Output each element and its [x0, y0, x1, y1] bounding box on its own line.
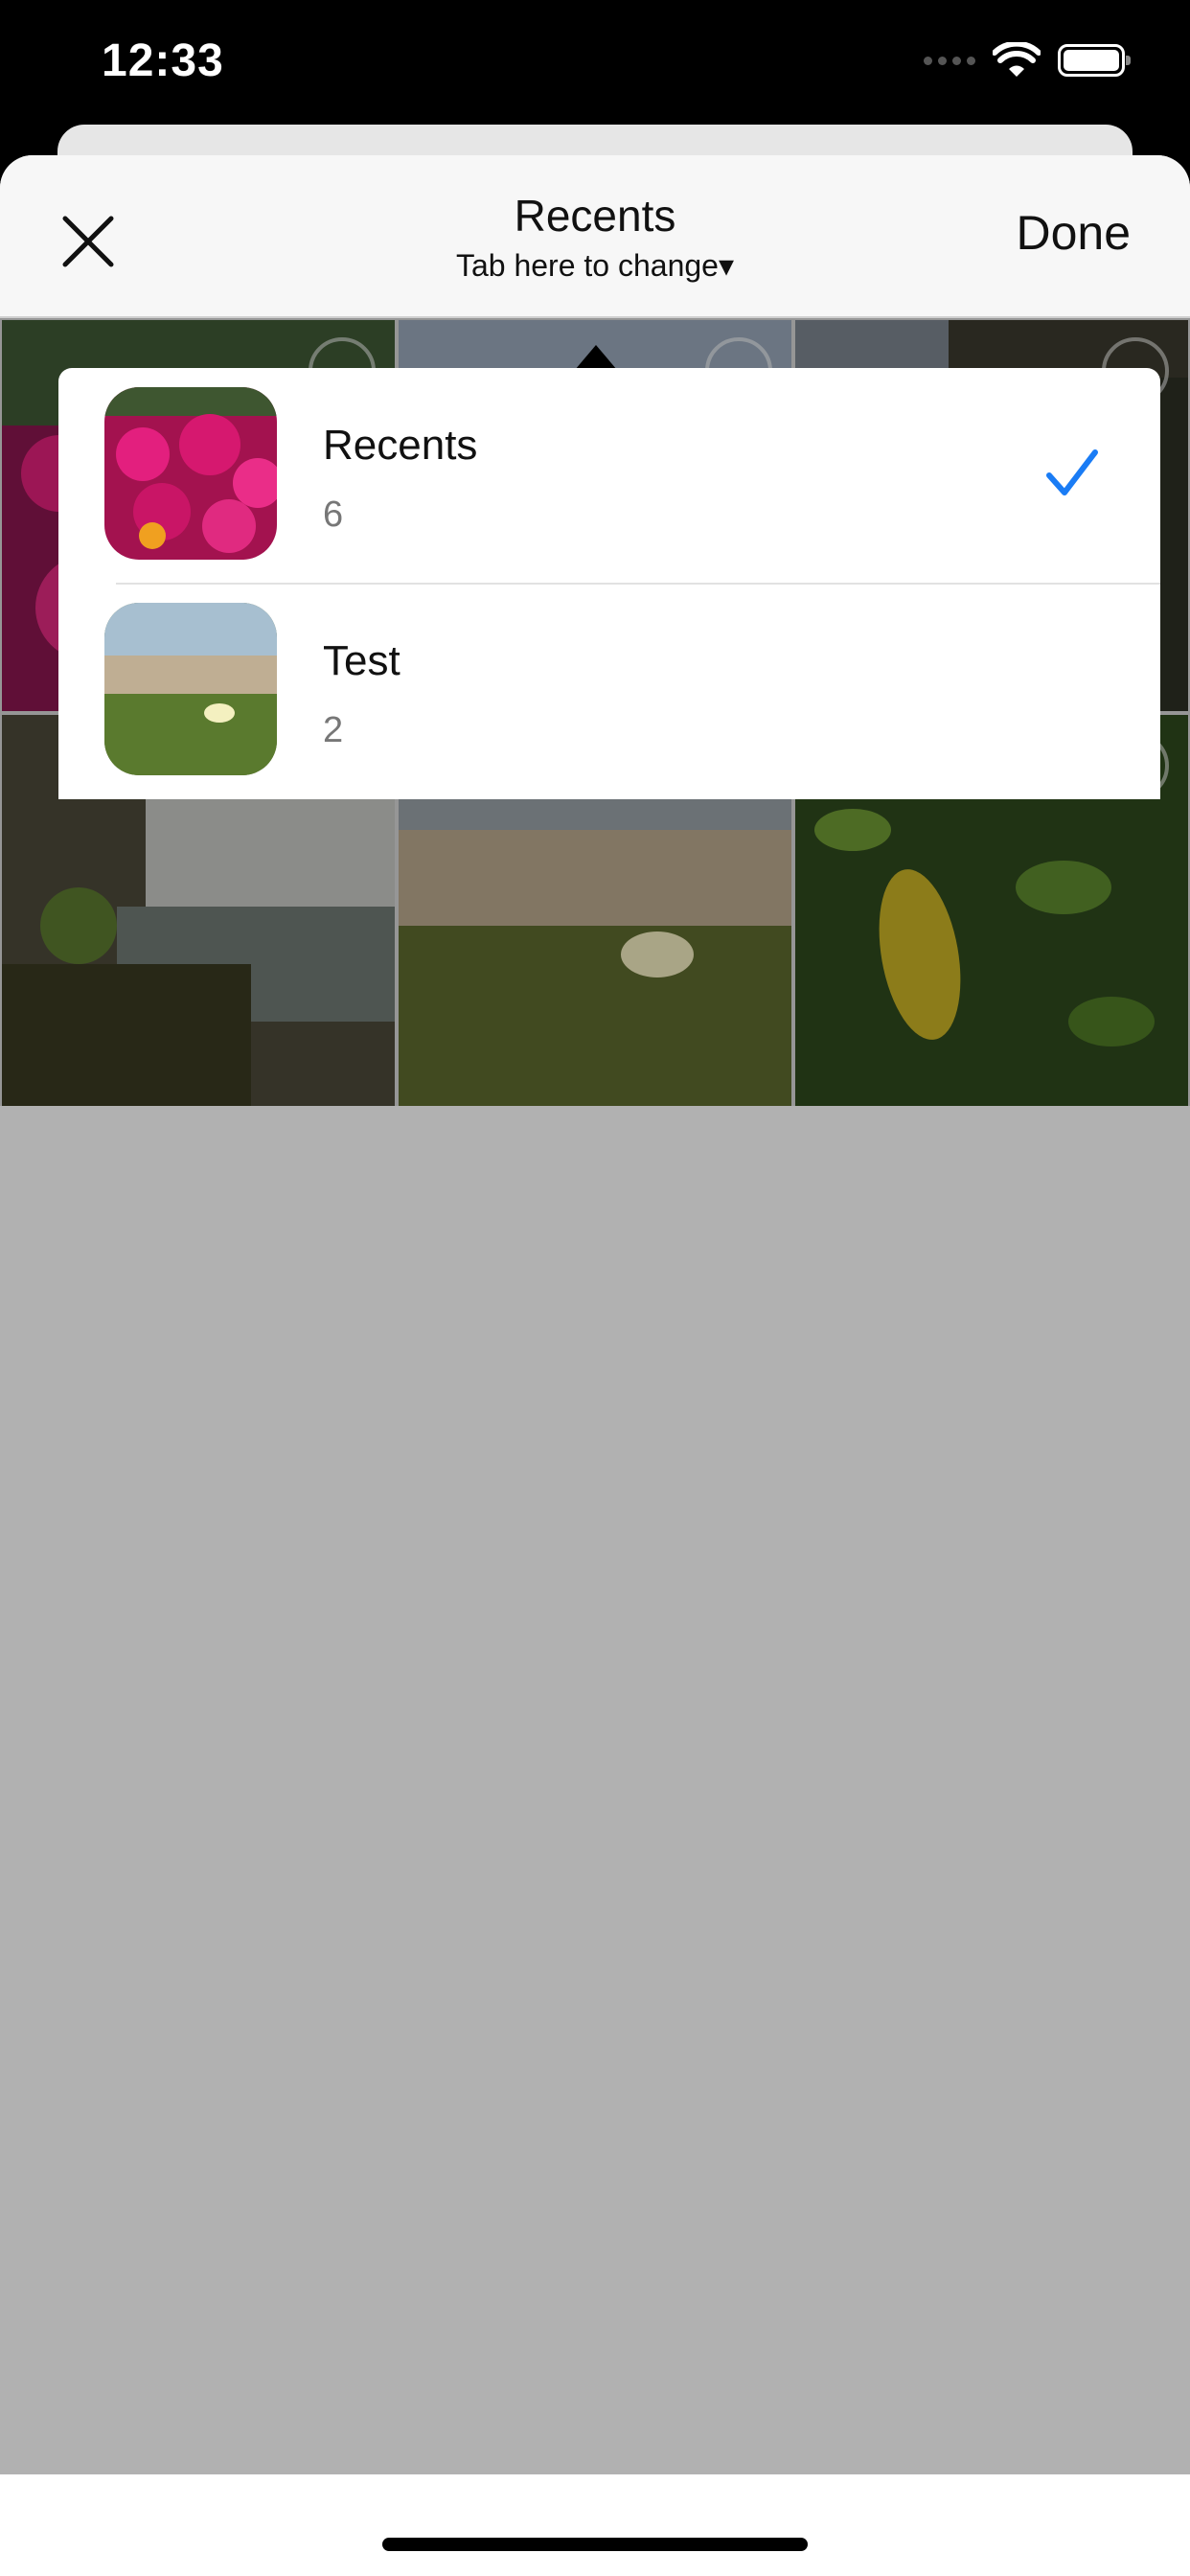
album-title-button[interactable]: Recents — [0, 190, 1190, 242]
album-change-hint[interactable]: Tab here to change▾ — [0, 247, 1190, 284]
status-indicators — [924, 42, 1131, 79]
album-name: Recents — [323, 422, 478, 469]
album-row-test[interactable]: Test 2 — [58, 584, 1160, 799]
album-count: 2 — [323, 710, 344, 750]
status-time: 12:33 — [102, 35, 224, 86]
nav-bar: Recents Tab here to change▾ Done — [0, 155, 1190, 318]
battery-icon — [1058, 44, 1131, 77]
album-picker-popover: Recents 6 Test 2 — [58, 368, 1160, 799]
status-bar: 12:33 — [0, 0, 1190, 125]
album-thumbnail — [104, 387, 277, 560]
cellular-signal-icon — [924, 56, 975, 65]
empty-area — [0, 1106, 1190, 2474]
album-thumbnail — [104, 603, 277, 775]
bottom-bar — [0, 2474, 1190, 2576]
done-button[interactable]: Done — [1016, 205, 1131, 261]
popover-arrow — [575, 345, 617, 370]
checkmark-icon — [1046, 449, 1098, 495]
album-row-recents[interactable]: Recents 6 — [58, 368, 1160, 585]
album-count: 6 — [323, 494, 344, 535]
album-name: Test — [323, 637, 400, 684]
wifi-icon — [993, 42, 1041, 77]
home-indicator[interactable] — [382, 2538, 808, 2551]
